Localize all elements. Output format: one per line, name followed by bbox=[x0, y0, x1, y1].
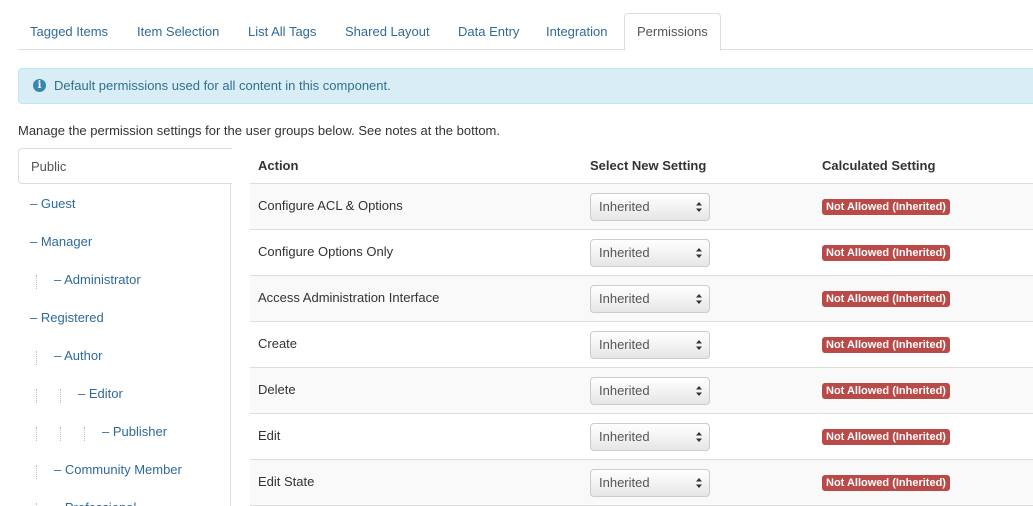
alert-text: Default permissions used for all content… bbox=[54, 78, 391, 93]
select-arrows-icon bbox=[696, 248, 702, 258]
permission-select[interactable]: Inherited bbox=[590, 193, 710, 221]
group-item-community-member[interactable]: – Community Member bbox=[54, 460, 182, 480]
table-row: Delete Inherited Not Allowed (Inherited) bbox=[250, 368, 1033, 414]
column-header-calculated: Calculated Setting bbox=[822, 158, 936, 173]
tab-permissions[interactable]: Permissions bbox=[624, 13, 721, 51]
tree-guide bbox=[36, 351, 37, 365]
tab-shared-layout[interactable]: Shared Layout bbox=[333, 13, 442, 50]
group-item-registered[interactable]: – Registered bbox=[30, 308, 104, 328]
permission-select[interactable]: Inherited bbox=[590, 423, 710, 451]
tab-tagged-items[interactable]: Tagged Items bbox=[18, 13, 120, 50]
table-row: Configure ACL & Options Inherited Not Al… bbox=[250, 184, 1033, 230]
tab-data-entry[interactable]: Data Entry bbox=[446, 13, 531, 50]
group-item-author[interactable]: – Author bbox=[54, 346, 102, 366]
action-label: Configure Options Only bbox=[258, 244, 394, 259]
column-header-select: Select New Setting bbox=[590, 158, 707, 173]
tree-guide bbox=[60, 389, 61, 403]
permission-select[interactable]: Inherited bbox=[590, 331, 710, 359]
table-row: Edit State Inherited Not Allowed (Inheri… bbox=[250, 460, 1033, 506]
select-value: Inherited bbox=[599, 383, 650, 398]
table-row: Edit Inherited Not Allowed (Inherited) bbox=[250, 414, 1033, 460]
select-arrows-icon bbox=[696, 340, 702, 350]
permission-select[interactable]: Inherited bbox=[590, 239, 710, 267]
action-label: Create bbox=[258, 336, 298, 351]
calculated-badge: Not Allowed (Inherited) bbox=[822, 291, 950, 307]
info-alert: i Default permissions used for all conte… bbox=[18, 68, 1033, 104]
action-label: Edit State bbox=[258, 474, 315, 489]
select-arrows-icon bbox=[696, 432, 702, 442]
group-item-administrator[interactable]: – Administrator bbox=[54, 270, 141, 290]
action-label: Configure ACL & Options bbox=[258, 198, 403, 213]
select-arrows-icon bbox=[696, 294, 702, 304]
select-value: Inherited bbox=[599, 337, 650, 352]
select-value: Inherited bbox=[599, 475, 650, 490]
permission-select[interactable]: Inherited bbox=[590, 469, 710, 497]
calculated-badge: Not Allowed (Inherited) bbox=[822, 383, 950, 399]
component-tabs: Tagged Items Item Selection List All Tag… bbox=[18, 13, 1033, 51]
select-arrows-icon bbox=[696, 386, 702, 396]
select-value: Inherited bbox=[599, 245, 650, 260]
tab-item-selection[interactable]: Item Selection bbox=[125, 13, 231, 50]
calculated-badge: Not Allowed (Inherited) bbox=[822, 337, 950, 353]
info-icon: i bbox=[33, 79, 46, 92]
tree-guide bbox=[36, 275, 37, 289]
column-header-action: Action bbox=[258, 158, 299, 173]
user-group-list: Public – Guest – Manager – Administrator… bbox=[18, 148, 232, 506]
group-item-professional[interactable]: – Professional bbox=[54, 498, 136, 506]
select-arrows-icon bbox=[696, 478, 702, 488]
action-label: Delete bbox=[258, 382, 296, 397]
calculated-badge: Not Allowed (Inherited) bbox=[822, 475, 950, 491]
calculated-badge: Not Allowed (Inherited) bbox=[822, 199, 950, 215]
table-header: Action Select New Setting Calculated Set… bbox=[250, 148, 1033, 184]
permission-select[interactable]: Inherited bbox=[590, 377, 710, 405]
action-label: Access Administration Interface bbox=[258, 290, 440, 305]
tree-guide bbox=[36, 465, 37, 479]
table-row: Access Administration Interface Inherite… bbox=[250, 276, 1033, 322]
tab-integration[interactable]: Integration bbox=[534, 13, 619, 50]
intro-text: Manage the permission settings for the u… bbox=[18, 123, 501, 138]
tree-guide bbox=[60, 427, 61, 441]
select-arrows-icon bbox=[696, 202, 702, 212]
calculated-badge: Not Allowed (Inherited) bbox=[822, 245, 950, 261]
select-value: Inherited bbox=[599, 199, 650, 214]
table-row: Configure Options Only Inherited Not All… bbox=[250, 230, 1033, 276]
select-value: Inherited bbox=[599, 429, 650, 444]
select-value: Inherited bbox=[599, 291, 650, 306]
group-item-publisher[interactable]: – Publisher bbox=[102, 422, 167, 442]
group-item-manager[interactable]: – Manager bbox=[30, 232, 92, 252]
group-item-public[interactable]: Public bbox=[18, 148, 232, 184]
tab-list-all-tags[interactable]: List All Tags bbox=[236, 13, 328, 50]
group-item-editor[interactable]: – Editor bbox=[78, 384, 123, 404]
permission-select[interactable]: Inherited bbox=[590, 285, 710, 313]
tree-guide bbox=[36, 389, 37, 403]
action-label: Edit bbox=[258, 428, 281, 443]
tree-guide bbox=[84, 427, 85, 441]
table-row: Create Inherited Not Allowed (Inherited) bbox=[250, 322, 1033, 368]
group-item-guest[interactable]: – Guest bbox=[30, 194, 76, 214]
calculated-badge: Not Allowed (Inherited) bbox=[822, 429, 950, 445]
tree-guide bbox=[36, 427, 37, 441]
